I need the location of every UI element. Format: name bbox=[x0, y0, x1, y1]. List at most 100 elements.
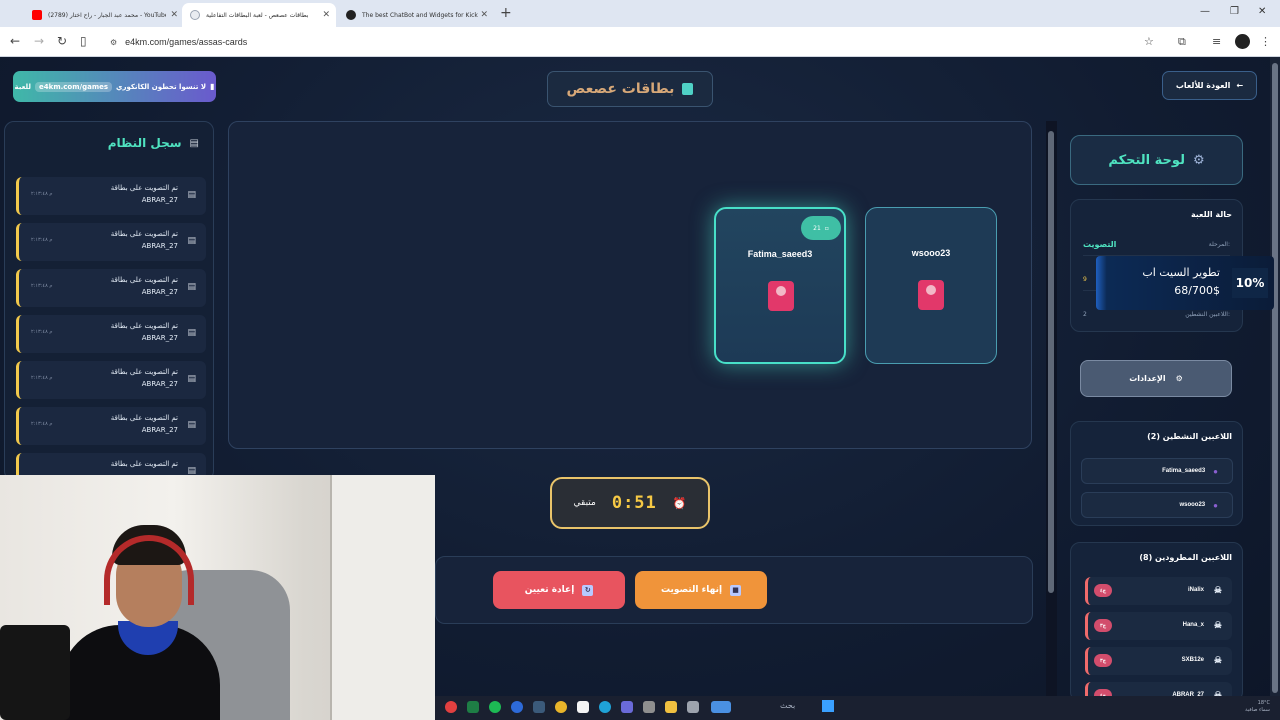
profile-avatar[interactable] bbox=[1235, 34, 1250, 49]
log-entry-time: م ٢:١٣:٤٨ bbox=[31, 329, 53, 335]
log-entry-time: م ٢:١٣:٤٨ bbox=[31, 237, 53, 243]
player-icon: ● bbox=[1213, 500, 1218, 510]
player-avatar-icon bbox=[768, 281, 794, 311]
eliminated-player-name: SXB12e bbox=[1181, 657, 1204, 663]
scrollbar-thumb[interactable] bbox=[1272, 63, 1278, 693]
window-close-icon[interactable]: ✕ bbox=[1258, 6, 1266, 17]
webcam-door bbox=[330, 475, 435, 720]
vote-count-badge: 21 ▫ bbox=[801, 216, 841, 240]
clipboard-icon: ▤ bbox=[187, 420, 196, 430]
vote-count: 21 bbox=[813, 224, 821, 232]
active-player-name: Fatima_saeed3 bbox=[1162, 468, 1206, 474]
cards-icon bbox=[682, 83, 694, 95]
back-arrow-icon[interactable]: ← bbox=[10, 34, 20, 48]
close-icon[interactable]: ✕ bbox=[322, 10, 330, 20]
scrollbar-thumb[interactable] bbox=[1048, 131, 1054, 593]
log-entry-text: تم التصويت على بطاقة bbox=[111, 458, 178, 470]
log-entry-message: تم التصويت على بطاقة bbox=[110, 184, 178, 192]
ballot-icon: ▫ bbox=[824, 224, 829, 232]
reset-button[interactable]: إعادة تعيين ↻ bbox=[493, 571, 625, 609]
active-player-row[interactable]: Fatima_saeed3 ● bbox=[1081, 458, 1233, 484]
os-taskbar: بحث 18°C سماء صافية bbox=[435, 696, 1280, 720]
extensions-icon[interactable]: ⧉ bbox=[1178, 35, 1186, 49]
player-card-1[interactable]: 21 ▫ Fatima_saeed3 bbox=[714, 207, 846, 364]
streamer bbox=[60, 525, 220, 720]
weather-widget[interactable]: 18°C سماء صافية bbox=[1245, 700, 1270, 714]
close-icon[interactable]: ✕ bbox=[480, 10, 488, 20]
stage-row: التصويت المرحلة: bbox=[1083, 234, 1230, 256]
edge-icon[interactable] bbox=[599, 701, 611, 713]
log-entry-message: تم التصويت على بطاقة bbox=[110, 460, 178, 468]
log-entry-user: ABRAR_27 bbox=[141, 334, 178, 342]
stop-icon: ■ bbox=[730, 584, 742, 596]
app-icon[interactable] bbox=[711, 701, 731, 713]
announcement-banner: للعبة e4km.com/games لا تنسوا تحطون الكا… bbox=[13, 71, 216, 102]
active-player-row[interactable]: wsooo23 ● bbox=[1081, 492, 1233, 518]
player-card-name: wsooo23 bbox=[911, 248, 951, 258]
app-icon[interactable] bbox=[445, 701, 457, 713]
active-count-label: اللاعبين النشطين: bbox=[1185, 310, 1230, 318]
log-entry: ▤ تم التصويت على بطاقة ABRAR_27 م ٢:١٣:٤٨ bbox=[16, 315, 206, 353]
flag-icon: ▮ bbox=[210, 82, 215, 91]
log-entry-time: م ٢:١٣:٤٨ bbox=[31, 191, 53, 197]
settings-button[interactable]: الإعدادات ⚙ bbox=[1080, 360, 1232, 397]
tab-chatbot[interactable]: The best ChatBot and Widgets for Kick ✕ bbox=[338, 3, 494, 27]
tab-youtube[interactable]: (2789) محمد عبد الجبار - راح اختار - You… bbox=[24, 3, 184, 27]
log-entry-time: م ٢:١٣:٤٨ bbox=[31, 375, 53, 381]
goal-percent: 10% bbox=[1232, 268, 1268, 298]
timer-label: متبقي bbox=[573, 498, 596, 508]
chatbot-icon bbox=[346, 10, 356, 20]
site-info-icon[interactable]: ⚙ bbox=[110, 38, 117, 47]
forward-arrow-icon[interactable]: → bbox=[34, 34, 44, 48]
chrome-icon[interactable] bbox=[555, 701, 567, 713]
player-card-2[interactable]: wsooo23 bbox=[865, 207, 997, 364]
board-scrollbar[interactable] bbox=[1046, 121, 1057, 696]
log-entry-text: تم التصويت على بطاقة ABRAR_27 bbox=[111, 320, 178, 344]
page-title-text: بطاقات عصعص bbox=[566, 81, 675, 97]
goal-title: تطوير السيت اب bbox=[1142, 266, 1220, 279]
file-explorer-icon[interactable] bbox=[665, 701, 677, 713]
log-entry: ▤ تم التصويت على بطاقة ABRAR_27 م ٢:١٣:٤٨ bbox=[16, 269, 206, 307]
split-view-icon[interactable]: ▯ bbox=[80, 34, 87, 48]
eliminated-players-title: اللاعبين المطرودين (8) bbox=[1139, 553, 1232, 562]
steam-icon[interactable] bbox=[533, 701, 545, 713]
app-icon[interactable] bbox=[643, 701, 655, 713]
round-badge: ج٣ bbox=[1094, 654, 1112, 667]
timer-value: 0:51 bbox=[611, 493, 657, 513]
tab-game[interactable]: بطاقات عصعص - لعبة البطاقات التفاعلية ✕ bbox=[182, 3, 336, 27]
log-entry-text: تم التصويت على بطاقة ABRAR_27 bbox=[111, 366, 178, 390]
active-player-name: wsooo23 bbox=[1179, 502, 1206, 508]
eliminated-player-name: Hana_x bbox=[1182, 622, 1204, 628]
app-icon[interactable] bbox=[511, 701, 523, 713]
tab-title: بطاقات عصعص - لعبة البطاقات التفاعلية bbox=[206, 11, 309, 19]
log-entry-user: ABRAR_27 bbox=[141, 196, 178, 204]
menu-icon[interactable]: ⋮ bbox=[1260, 35, 1271, 48]
weather-temp: 18°C bbox=[1257, 700, 1270, 706]
eliminated-player-row[interactable]: ج٤ iNalix ☠ bbox=[1085, 577, 1232, 605]
end-vote-button[interactable]: إنهاء التصويت ■ bbox=[635, 571, 767, 609]
maximize-icon[interactable]: ❐ bbox=[1230, 6, 1239, 17]
taskbar-search[interactable]: بحث bbox=[780, 701, 795, 710]
app-icon[interactable] bbox=[467, 701, 479, 713]
gear-icon: ⚙ bbox=[1175, 374, 1183, 383]
windows-start-icon[interactable] bbox=[822, 700, 834, 712]
app-icon[interactable] bbox=[687, 701, 699, 713]
back-to-games-button[interactable]: العودة للألعاب ← bbox=[1162, 71, 1257, 100]
new-tab-button[interactable]: + bbox=[500, 5, 512, 21]
eliminated-player-row[interactable]: ج٣ Hana_x ☠ bbox=[1085, 612, 1232, 640]
player-card-name: Fatima_saeed3 bbox=[747, 249, 813, 259]
page-scrollbar[interactable] bbox=[1270, 57, 1280, 720]
app-icon[interactable] bbox=[577, 701, 589, 713]
spotify-icon[interactable] bbox=[489, 701, 501, 713]
bookmark-star-icon[interactable]: ☆ bbox=[1144, 35, 1154, 48]
log-entry-time: م ٢:١٣:٤٨ bbox=[31, 421, 53, 427]
eliminated-player-row[interactable]: ج٣ SXB12e ☠ bbox=[1085, 647, 1232, 675]
app-icon[interactable] bbox=[621, 701, 633, 713]
active-players-panel: اللاعبين النشطين (2) Fatima_saeed3 ● wso… bbox=[1070, 421, 1243, 526]
close-icon[interactable]: ✕ bbox=[170, 10, 178, 20]
reload-icon[interactable]: ↻ bbox=[57, 34, 67, 48]
log-entry-message: تم التصويت على بطاقة bbox=[110, 414, 178, 422]
url-field[interactable]: ⚙ e4km.com/games/assas-cards bbox=[110, 32, 1160, 52]
minimize-icon[interactable]: — bbox=[1200, 6, 1210, 17]
reading-list-icon[interactable]: ≡ bbox=[1212, 35, 1221, 48]
